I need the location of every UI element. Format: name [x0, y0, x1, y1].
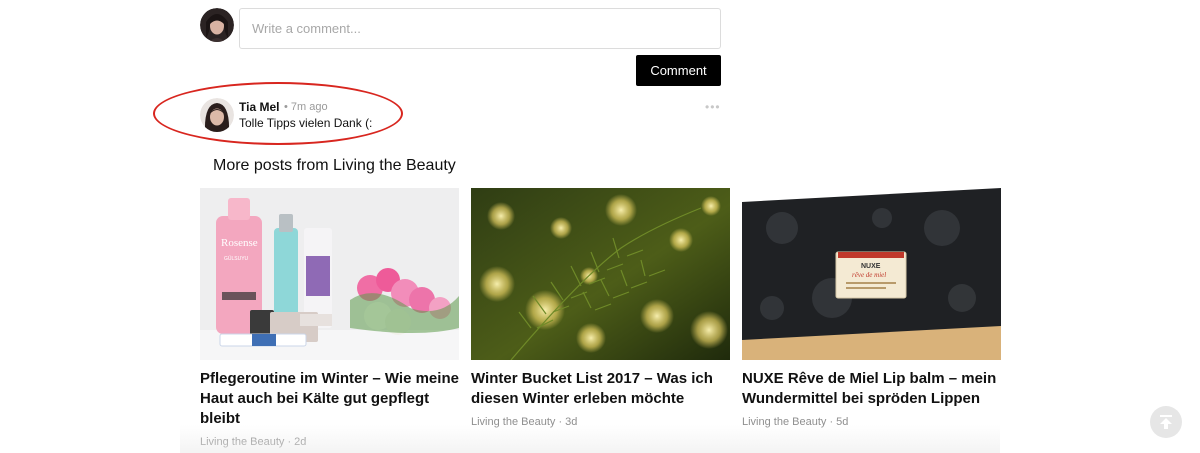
- more-posts-heading: More posts from Living the Beauty: [213, 157, 456, 174]
- comment-author-avatar[interactable]: [200, 98, 234, 132]
- reve-de-miel-label: rêve de miel: [852, 271, 886, 279]
- comment-item: Tia Mel • 7m ago Tolle Tipps vielen Dank…: [200, 98, 721, 134]
- post-title[interactable]: Winter Bucket List 2017 – Was ich diesen…: [471, 369, 730, 409]
- post-meta: Living the Beauty · 3d: [471, 416, 578, 428]
- comment-timestamp: • 7m ago: [284, 101, 328, 113]
- post-card[interactable]: Rosense GÜLSUYU Pflegeroutine im Winter …: [200, 188, 459, 448]
- current-user-avatar: [200, 8, 234, 42]
- nuxe-label: NUXE: [861, 263, 881, 270]
- post-thumbnail-winter[interactable]: [471, 188, 730, 360]
- rosense-label: Rosense: [221, 237, 258, 249]
- comment-input[interactable]: [239, 8, 721, 49]
- post-meta: Living the Beauty · 5d: [742, 416, 849, 428]
- post-thumbnail-lipbalm[interactable]: NUXE rêve de miel: [742, 188, 1001, 360]
- arrow-up-to-top-icon: [1160, 415, 1172, 429]
- comment-submit-button[interactable]: Comment: [636, 55, 721, 86]
- post-title[interactable]: NUXE Rêve de Miel Lip balm – mein Wunder…: [742, 369, 1001, 409]
- post-card[interactable]: Winter Bucket List 2017 – Was ich diesen…: [471, 188, 730, 428]
- post-meta: Living the Beauty · 2d: [200, 436, 307, 448]
- post-title[interactable]: Pflegeroutine im Winter – Wie meine Haut…: [200, 369, 459, 429]
- comment-text: Tolle Tipps vielen Dank (:: [239, 116, 373, 130]
- post-thumbnail-skincare[interactable]: Rosense GÜLSUYU: [200, 188, 459, 360]
- back-to-top-button[interactable]: [1150, 406, 1182, 438]
- comment-author-name[interactable]: Tia Mel: [239, 100, 279, 114]
- more-dots-icon[interactable]: •••: [705, 100, 721, 114]
- page: Comment Tia Mel • 7m ago Tolle Tipps vie…: [0, 0, 1200, 453]
- post-card[interactable]: NUXE rêve de miel NUXE Rêve de Miel Lip …: [742, 188, 1001, 428]
- gulsuyu-label: GÜLSUYU: [224, 255, 249, 262]
